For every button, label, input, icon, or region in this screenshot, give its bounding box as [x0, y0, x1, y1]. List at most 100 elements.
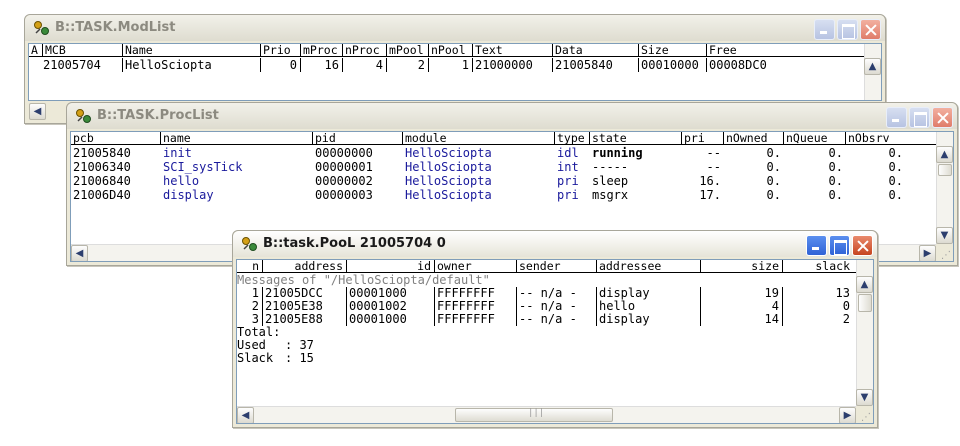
- minimize-icon[interactable]: [886, 107, 907, 128]
- proclist-titlebar[interactable]: B::TASK.ProcList: [67, 103, 957, 129]
- col-address[interactable]: address: [263, 260, 347, 272]
- scroll-up-icon[interactable]: ▲: [936, 146, 953, 163]
- cell-module[interactable]: HelloSciopta: [403, 174, 555, 188]
- col-type[interactable]: type: [555, 132, 590, 144]
- slack-value: : 15: [285, 352, 314, 365]
- col-text[interactable]: Text: [473, 44, 553, 56]
- col-n[interactable]: n: [237, 260, 263, 272]
- scroll-left-icon[interactable]: ◀: [71, 245, 88, 261]
- cell-pid: 00000001: [315, 160, 373, 174]
- scroll-down-icon[interactable]: ▼: [856, 389, 873, 406]
- cell-module[interactable]: HelloSciopta: [403, 146, 555, 160]
- col-mcb[interactable]: MCB: [43, 44, 123, 56]
- pool-titlebar[interactable]: B::task.PooL 21005704 0: [233, 231, 877, 257]
- cell-type: pri: [557, 174, 579, 188]
- col-name[interactable]: Name: [123, 44, 261, 56]
- col-name[interactable]: name: [161, 132, 313, 144]
- proclist-vscrollbar[interactable]: ▲ ▼: [936, 132, 953, 244]
- cell-name[interactable]: display: [161, 188, 313, 202]
- cell-nobsrv: 0.: [888, 160, 903, 174]
- pool-vscrollbar[interactable]: ▲ ▼: [856, 260, 873, 406]
- modlist-header: A MCB Name Prio mProc nProc mPool nPool …: [29, 44, 864, 57]
- scroll-right-icon[interactable]: ▶: [839, 407, 856, 423]
- scroll-down-icon[interactable]: ▼: [936, 227, 953, 244]
- cell-pid: 00000003: [315, 188, 373, 202]
- cell-pri: --: [706, 160, 721, 174]
- cell-addressee: display: [597, 313, 701, 326]
- modlist-title: B::TASK.ModList: [55, 20, 176, 35]
- col-mpool[interactable]: mPool: [387, 44, 429, 56]
- col-slack[interactable]: slack: [783, 260, 853, 272]
- maximize-icon[interactable]: [837, 19, 858, 40]
- maximize-icon[interactable]: [829, 235, 850, 256]
- col-owner[interactable]: owner: [435, 260, 517, 272]
- col-state[interactable]: state: [590, 132, 682, 144]
- col-sender[interactable]: sender: [517, 260, 597, 272]
- minimize-icon[interactable]: [814, 19, 835, 40]
- scroll-thumb[interactable]: [938, 164, 952, 176]
- list-item[interactable]: 1 21005DCC 00001000 FFFFFFFF -- n/a - display…: [237, 287, 856, 300]
- cell-name[interactable]: init: [161, 146, 313, 160]
- col-size[interactable]: size: [701, 260, 783, 272]
- col-nqueue[interactable]: nQueue: [784, 132, 846, 144]
- scroll-thumb[interactable]: [858, 294, 872, 312]
- cell-state: running: [592, 146, 643, 160]
- col-pid[interactable]: pid: [313, 132, 403, 144]
- col-free[interactable]: Free: [707, 44, 787, 56]
- slack-label: Slack: [237, 352, 274, 365]
- col-pcb[interactable]: pcb: [71, 132, 161, 144]
- minimize-icon[interactable]: [806, 235, 827, 256]
- list-item[interactable]: 2 21005E38 00001002 FFFFFFFF -- n/a - hello 4 0: [237, 300, 856, 313]
- scroll-up-icon[interactable]: ▲: [856, 276, 873, 293]
- col-nobsrv[interactable]: nObsrv: [846, 132, 906, 144]
- col-nowned[interactable]: nOwned: [724, 132, 784, 144]
- col-size[interactable]: Size: [639, 44, 707, 56]
- col-nproc[interactable]: nProc: [343, 44, 387, 56]
- col-mproc[interactable]: mProc: [301, 44, 343, 56]
- col-npool[interactable]: nPool: [429, 44, 473, 56]
- cell-name[interactable]: hello: [161, 174, 313, 188]
- table-row[interactable]: 21005840 init 00000000 HelloSciopta idl runni…: [71, 146, 936, 160]
- cell-module[interactable]: HelloSciopta: [403, 160, 555, 174]
- scroll-left-icon[interactable]: ◀: [29, 103, 46, 120]
- pool-hscrollbar[interactable]: ◀ ||| ▶: [237, 406, 856, 423]
- col-addressee[interactable]: addressee: [597, 260, 701, 272]
- scroll-right-icon[interactable]: ▶: [919, 245, 936, 261]
- list-item[interactable]: 3 21005E88 00001000 FFFFFFFF -- n/a - display…: [237, 313, 856, 326]
- cell-mproc: 16: [301, 58, 343, 72]
- col-a[interactable]: A: [29, 44, 43, 56]
- cell-pcb: 21006340: [73, 160, 131, 174]
- cell-slack: 2: [842, 313, 850, 326]
- maximize-icon[interactable]: [909, 107, 930, 128]
- cell-name[interactable]: SCI_sysTick: [161, 160, 313, 174]
- scroll-left-icon[interactable]: ◀: [237, 407, 254, 423]
- hscroll-thumb[interactable]: |||: [455, 408, 613, 422]
- table-row[interactable]: 21006840 hello 00000002 HelloSciopta pri slee…: [71, 174, 936, 188]
- cell-owner: FFFFFFFF: [435, 313, 517, 326]
- table-row[interactable]: 21006340 SCI_sysTick 00000001 HelloSciopta i…: [71, 160, 936, 174]
- col-pri[interactable]: pri: [682, 132, 724, 144]
- col-id[interactable]: id: [347, 260, 435, 272]
- close-icon[interactable]: [852, 235, 873, 256]
- close-icon[interactable]: [860, 19, 881, 40]
- table-row[interactable]: 21006D40 display 00000003 HelloSciopta pri ms…: [71, 188, 936, 202]
- close-icon[interactable]: [932, 107, 953, 128]
- cell-npool: 1: [429, 58, 473, 72]
- scroll-up-icon[interactable]: ▲: [864, 58, 881, 75]
- cell-size: 19: [701, 287, 783, 300]
- pool-window[interactable]: B::task.PooL 21005704 0 n address id own…: [232, 230, 878, 428]
- table-row[interactable]: 21005704 HelloSciopta 0 16 4 2 1 2100000…: [29, 58, 864, 72]
- used-label: Used: [237, 339, 266, 352]
- resize-grip[interactable]: [936, 244, 953, 261]
- modlist-vscrollbar[interactable]: ▲: [864, 44, 881, 100]
- proclist-header: pcb name pid module type state pri nOwne…: [71, 132, 936, 145]
- modlist-titlebar[interactable]: B::TASK.ModList: [25, 15, 885, 41]
- modlist-table: A MCB Name Prio mProc nProc mPool nPool …: [28, 43, 882, 101]
- bus-icon: [242, 237, 257, 251]
- resize-grip[interactable]: [856, 406, 873, 423]
- cell-module[interactable]: HelloSciopta: [403, 188, 555, 202]
- col-module[interactable]: module: [403, 132, 555, 144]
- col-prio[interactable]: Prio: [261, 44, 301, 56]
- pool-title: B::task.PooL 21005704 0: [263, 236, 446, 251]
- col-data[interactable]: Data: [553, 44, 639, 56]
